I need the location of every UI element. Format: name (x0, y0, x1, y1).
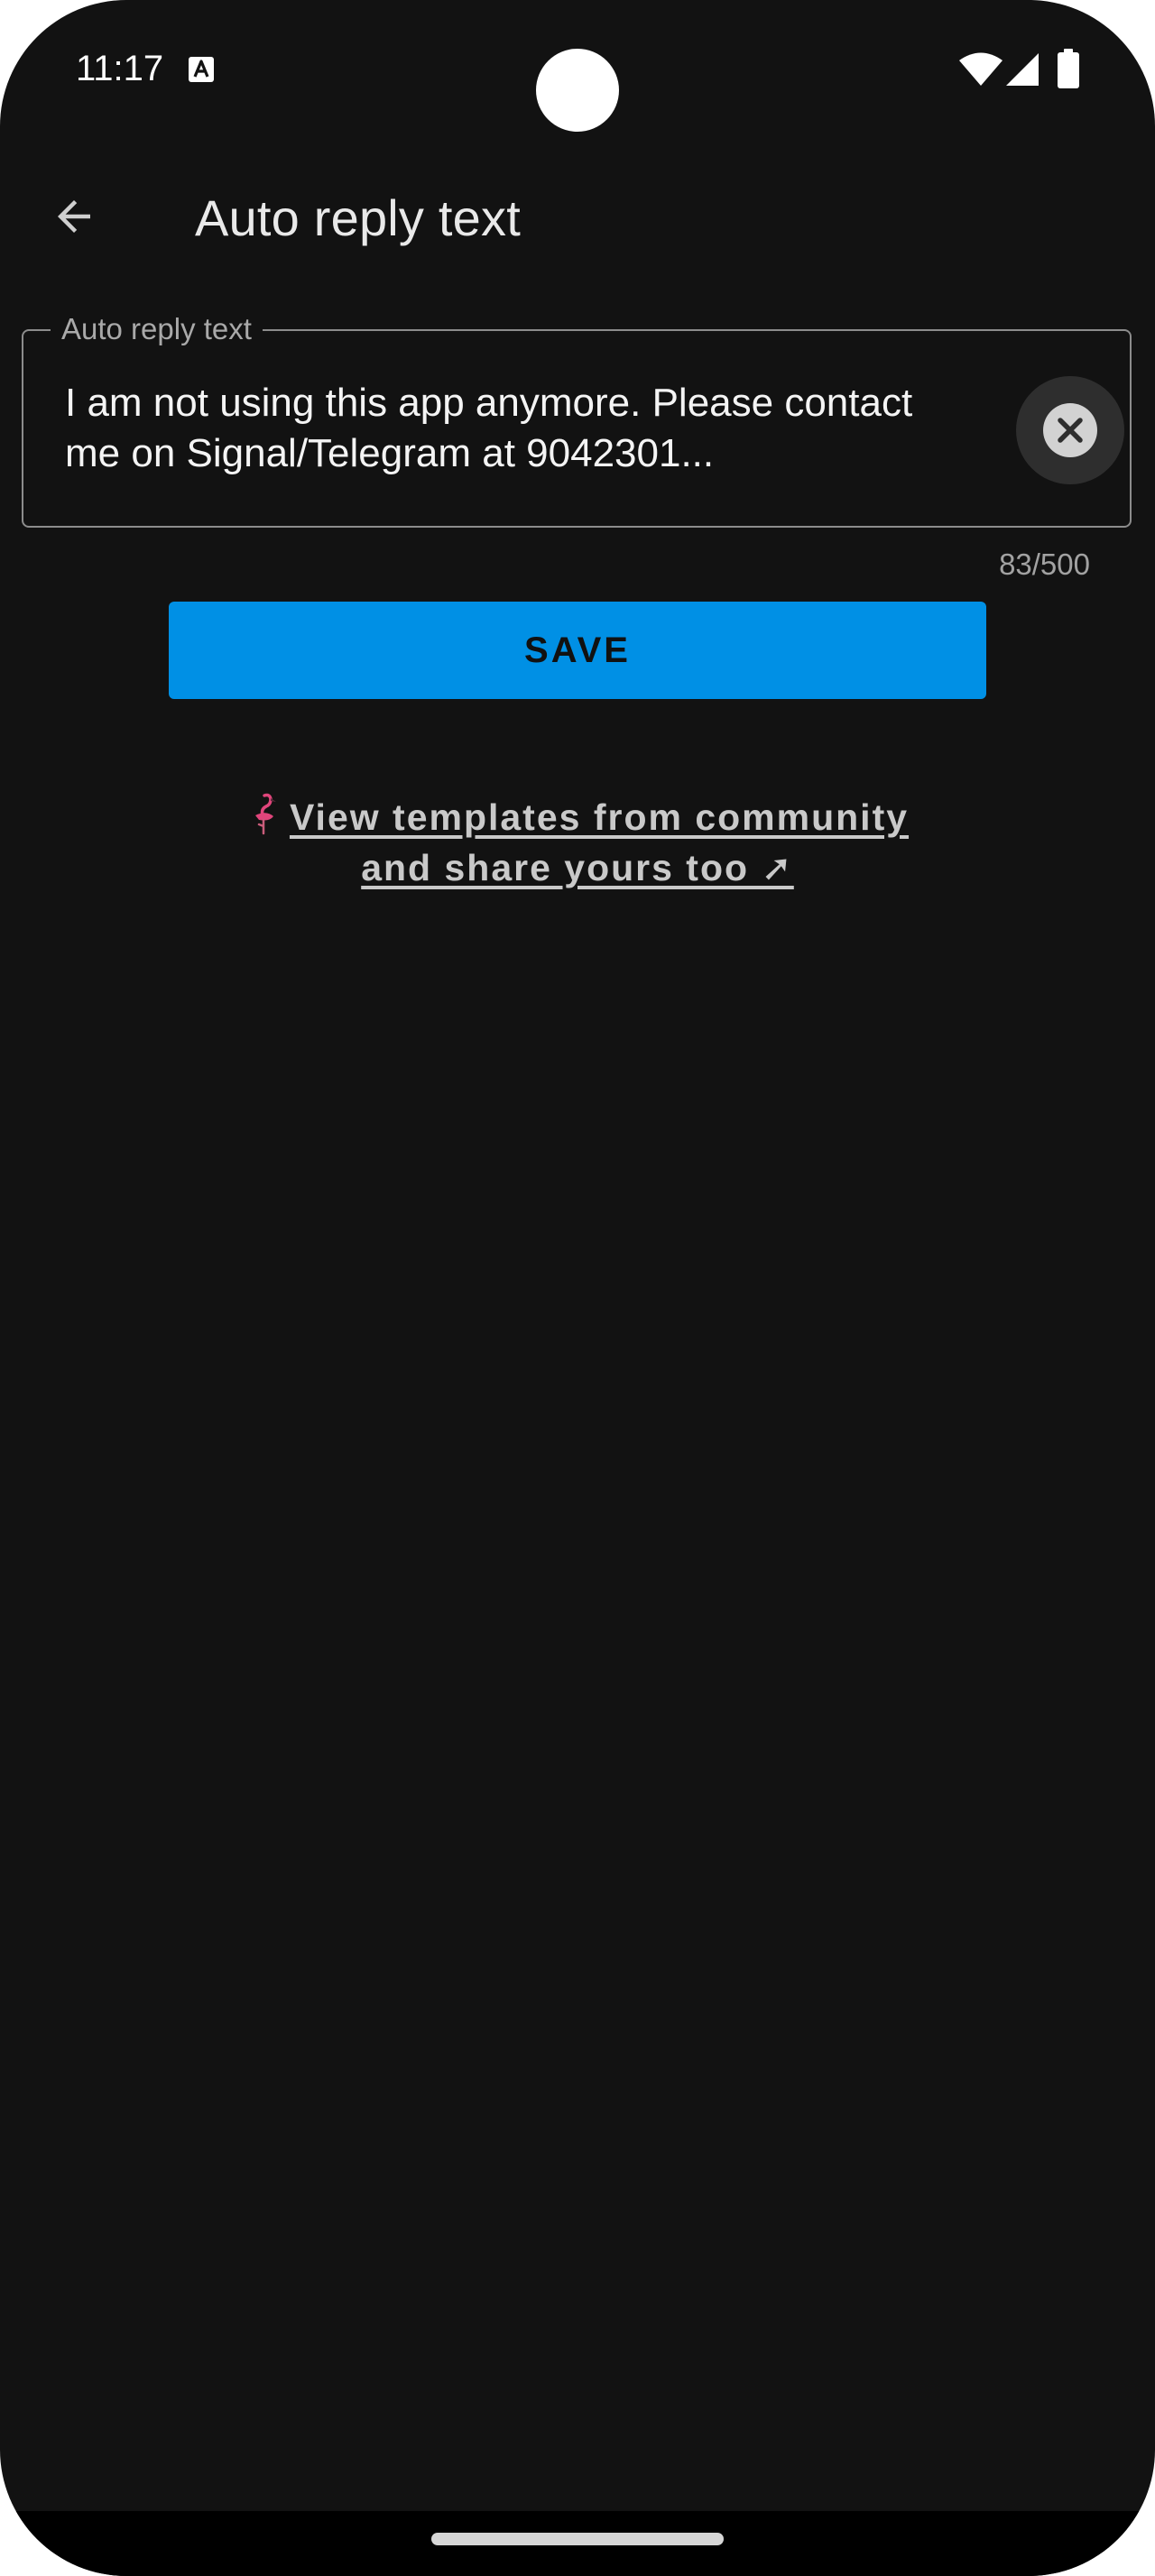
save-button[interactable]: SAVE (169, 602, 986, 699)
clear-text-button[interactable] (1016, 376, 1124, 484)
auto-reply-input[interactable]: I am not using this app anymore. Please … (65, 378, 976, 479)
wifi-icon (959, 52, 1003, 86)
auto-reply-text-field[interactable]: Auto reply text I am not using this app … (22, 309, 1132, 528)
flamingo-icon (254, 793, 276, 835)
character-counter: 83/500 (999, 547, 1090, 581)
back-button[interactable] (36, 179, 112, 254)
a-notification-icon (189, 57, 214, 82)
status-bar: 11:17 (0, 0, 1155, 135)
app-screen: 11:17 Auto reply text Auto reply text I … (0, 0, 1155, 2576)
app-bar: Auto reply text (0, 162, 1155, 271)
signal-icon (1006, 53, 1039, 86)
clear-icon (1043, 403, 1097, 457)
home-indicator[interactable] (431, 2533, 724, 2545)
status-time: 11:17 (76, 49, 164, 88)
battery-icon (1058, 49, 1079, 88)
camera-cutout (536, 49, 619, 132)
arrow-back-icon (58, 200, 90, 233)
field-label: Auto reply text (51, 309, 263, 349)
page-title: Auto reply text (195, 189, 521, 246)
templates-link-text[interactable]: View templates from community and share … (290, 796, 909, 888)
view-templates-link[interactable]: View templates from community and share … (217, 792, 938, 893)
